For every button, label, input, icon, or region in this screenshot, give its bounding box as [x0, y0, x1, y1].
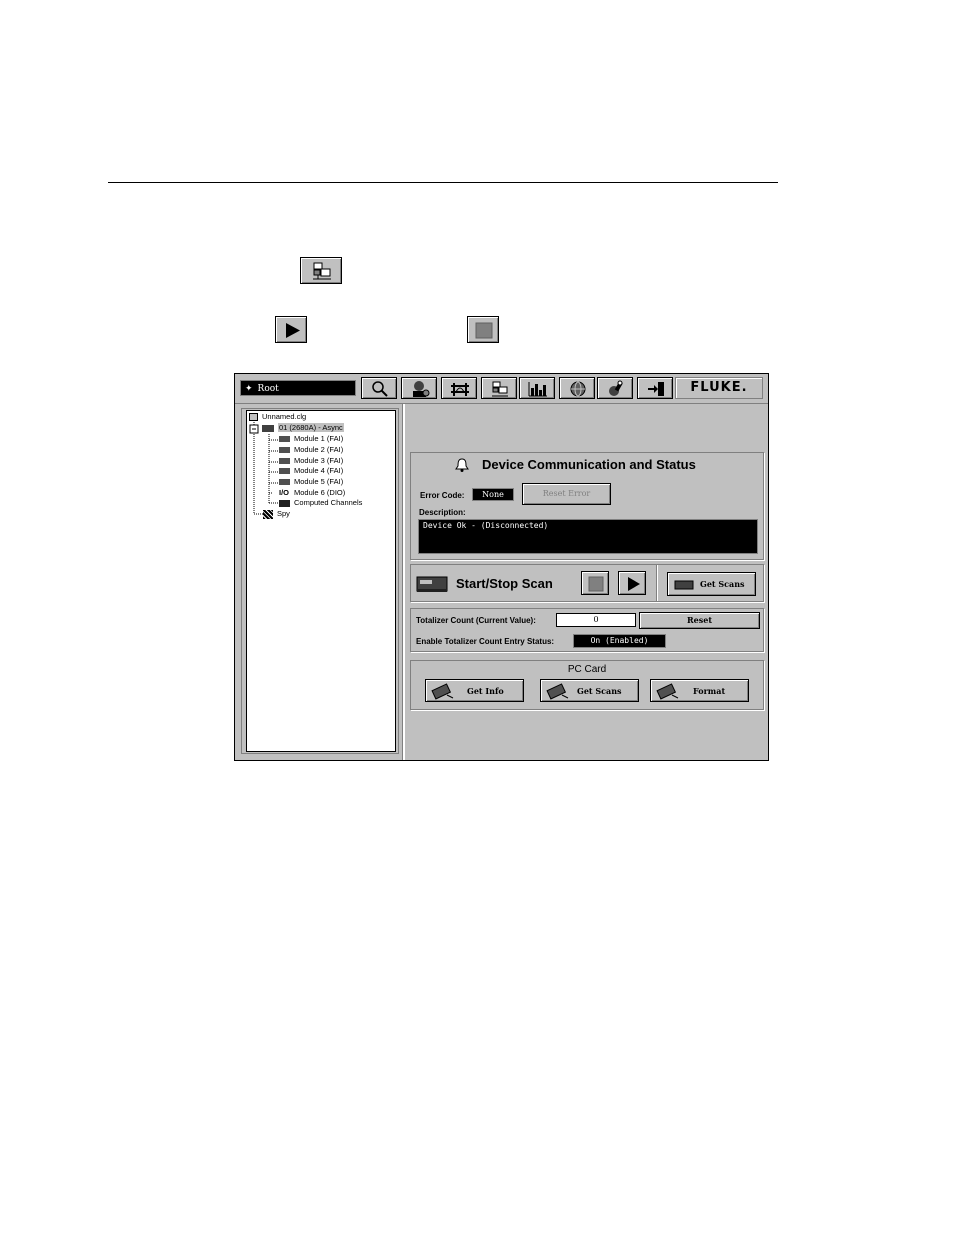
- entry-status-label: Enable Totalizer Count Entry Status:: [416, 637, 555, 646]
- comm-status-panel: Device Communication and Status Error Co…: [410, 452, 764, 560]
- module-icon: [279, 479, 290, 486]
- computer-icon: [249, 413, 258, 422]
- pc-card-format-button[interactable]: Format: [650, 679, 749, 702]
- tree-label: Module 6 (DIO): [294, 488, 346, 497]
- bell-icon: [455, 458, 469, 472]
- tree-item-root[interactable]: Unnamed.clg: [249, 412, 306, 422]
- instrument-icon: [416, 576, 448, 592]
- tree-label: Module 5 (FAI): [294, 477, 344, 486]
- description-field: Device Ok - (Disconnected): [418, 519, 758, 554]
- tree-item-module-5[interactable]: Module 5 (FAI): [279, 477, 343, 487]
- channel-tree: Unnamed.clg 01 (2680A) - Async Module 1 …: [246, 410, 396, 752]
- pc-card-title: PC Card: [567, 664, 607, 675]
- error-code-label: Error Code:: [420, 491, 465, 500]
- tree-label: 01 (2680A) - Async: [278, 423, 344, 432]
- tree-item-module-3[interactable]: Module 3 (FAI): [279, 456, 343, 466]
- io-icon: I/O: [279, 488, 290, 497]
- tree-item-device[interactable]: 01 (2680A) - Async: [262, 423, 344, 433]
- get-info-label: Get Info: [467, 686, 504, 696]
- tree-item-module-4[interactable]: Module 4 (FAI): [279, 466, 343, 476]
- computed-icon: [279, 499, 290, 507]
- app-window: ✦ Root FLUKE. Unnamed.clg 01 (2680A) - A…: [234, 373, 769, 761]
- network-setup-icon: [300, 257, 342, 284]
- pc-card-icon: [431, 683, 454, 700]
- tree-item-module-1[interactable]: Module 1 (FAI): [279, 434, 343, 444]
- path-display: ✦ Root: [240, 380, 356, 396]
- search-icon: [372, 381, 388, 397]
- toolbar: ✦ Root FLUKE.: [235, 374, 768, 404]
- network-setup-button[interactable]: [481, 377, 517, 399]
- get-scans-label: Get Scans: [577, 686, 622, 696]
- search-button[interactable]: [361, 377, 397, 399]
- totalizer-reset-button[interactable]: Reset: [639, 612, 760, 629]
- get-scans-button[interactable]: Get Scans: [667, 572, 756, 596]
- stop-icon: [588, 576, 604, 592]
- instrument-icon: [262, 424, 274, 432]
- bridge-icon: [451, 383, 469, 396]
- tree-label: Module 2 (FAI): [294, 445, 344, 454]
- comm-status-title: Device Communication and Status: [482, 457, 696, 472]
- tree-label: Module 4 (FAI): [294, 466, 344, 475]
- tree-item-computed[interactable]: Computed Channels: [279, 498, 362, 508]
- network-setup-icon: [492, 381, 508, 397]
- tree-label: Unnamed.clg: [262, 412, 307, 421]
- description-label: Description:: [419, 508, 466, 517]
- totalizer-count-label: Totalizer Count (Current Value):: [416, 616, 536, 625]
- path-text: Root: [257, 384, 279, 394]
- chart-icon: [528, 382, 547, 397]
- globe-icon: [570, 381, 586, 397]
- root-icon: ✦: [245, 384, 253, 394]
- tree-label: Computed Channels: [294, 498, 363, 507]
- scan-panel: Start/Stop Scan Get Scans: [410, 564, 764, 602]
- stop-scan-button[interactable]: [581, 571, 609, 595]
- globe-button[interactable]: [559, 377, 595, 399]
- tree-label: Spy: [277, 509, 290, 518]
- module-icon: [279, 458, 290, 465]
- instrument-icon: [674, 580, 694, 590]
- totalizer-panel: Totalizer Count (Current Value): 0 Reset…: [410, 608, 764, 652]
- error-code-value: None: [472, 488, 514, 501]
- pc-card-panel: PC Card Get Info Get Scans Format: [410, 660, 764, 710]
- stop-icon: [467, 316, 499, 343]
- scan-title: Start/Stop Scan: [456, 576, 553, 591]
- module-icon: [279, 436, 290, 443]
- totalizer-count-input[interactable]: 0: [556, 613, 636, 627]
- fluke-logo: FLUKE.: [675, 377, 763, 399]
- pc-card-get-scans-button[interactable]: Get Scans: [540, 679, 639, 702]
- tools-icon: [609, 380, 623, 396]
- exit-icon: [648, 382, 664, 396]
- pc-card-get-info-button[interactable]: Get Info: [425, 679, 524, 702]
- module-icon: [279, 447, 290, 454]
- entry-status-value: On (Enabled): [573, 634, 666, 648]
- tools-button[interactable]: [597, 377, 633, 399]
- spy-icon: [263, 509, 273, 519]
- pane-splitter[interactable]: [402, 404, 405, 760]
- pc-card-icon: [546, 683, 569, 700]
- start-scan-button[interactable]: [618, 571, 646, 595]
- reset-error-button[interactable]: Reset Error: [522, 483, 611, 505]
- scan-divider: [656, 565, 658, 601]
- operator-icon: [413, 381, 430, 397]
- get-scans-label: Get Scans: [700, 579, 745, 589]
- play-icon: [275, 316, 307, 343]
- exit-button[interactable]: [637, 377, 673, 399]
- tree-item-module-6[interactable]: I/O Module 6 (DIO): [279, 488, 345, 498]
- chart-button[interactable]: [519, 377, 555, 399]
- bridge-button[interactable]: [441, 377, 477, 399]
- format-label: Format: [693, 686, 726, 696]
- header-rule: [108, 182, 778, 183]
- operator-button[interactable]: [401, 377, 437, 399]
- tree-item-spy[interactable]: Spy: [263, 509, 290, 519]
- pc-card-icon: [656, 683, 679, 700]
- play-icon: [628, 577, 640, 591]
- tree-item-module-2[interactable]: Module 2 (FAI): [279, 445, 343, 455]
- module-icon: [279, 468, 290, 475]
- tree-label: Module 3 (FAI): [294, 456, 344, 465]
- tree-label: Module 1 (FAI): [294, 434, 344, 443]
